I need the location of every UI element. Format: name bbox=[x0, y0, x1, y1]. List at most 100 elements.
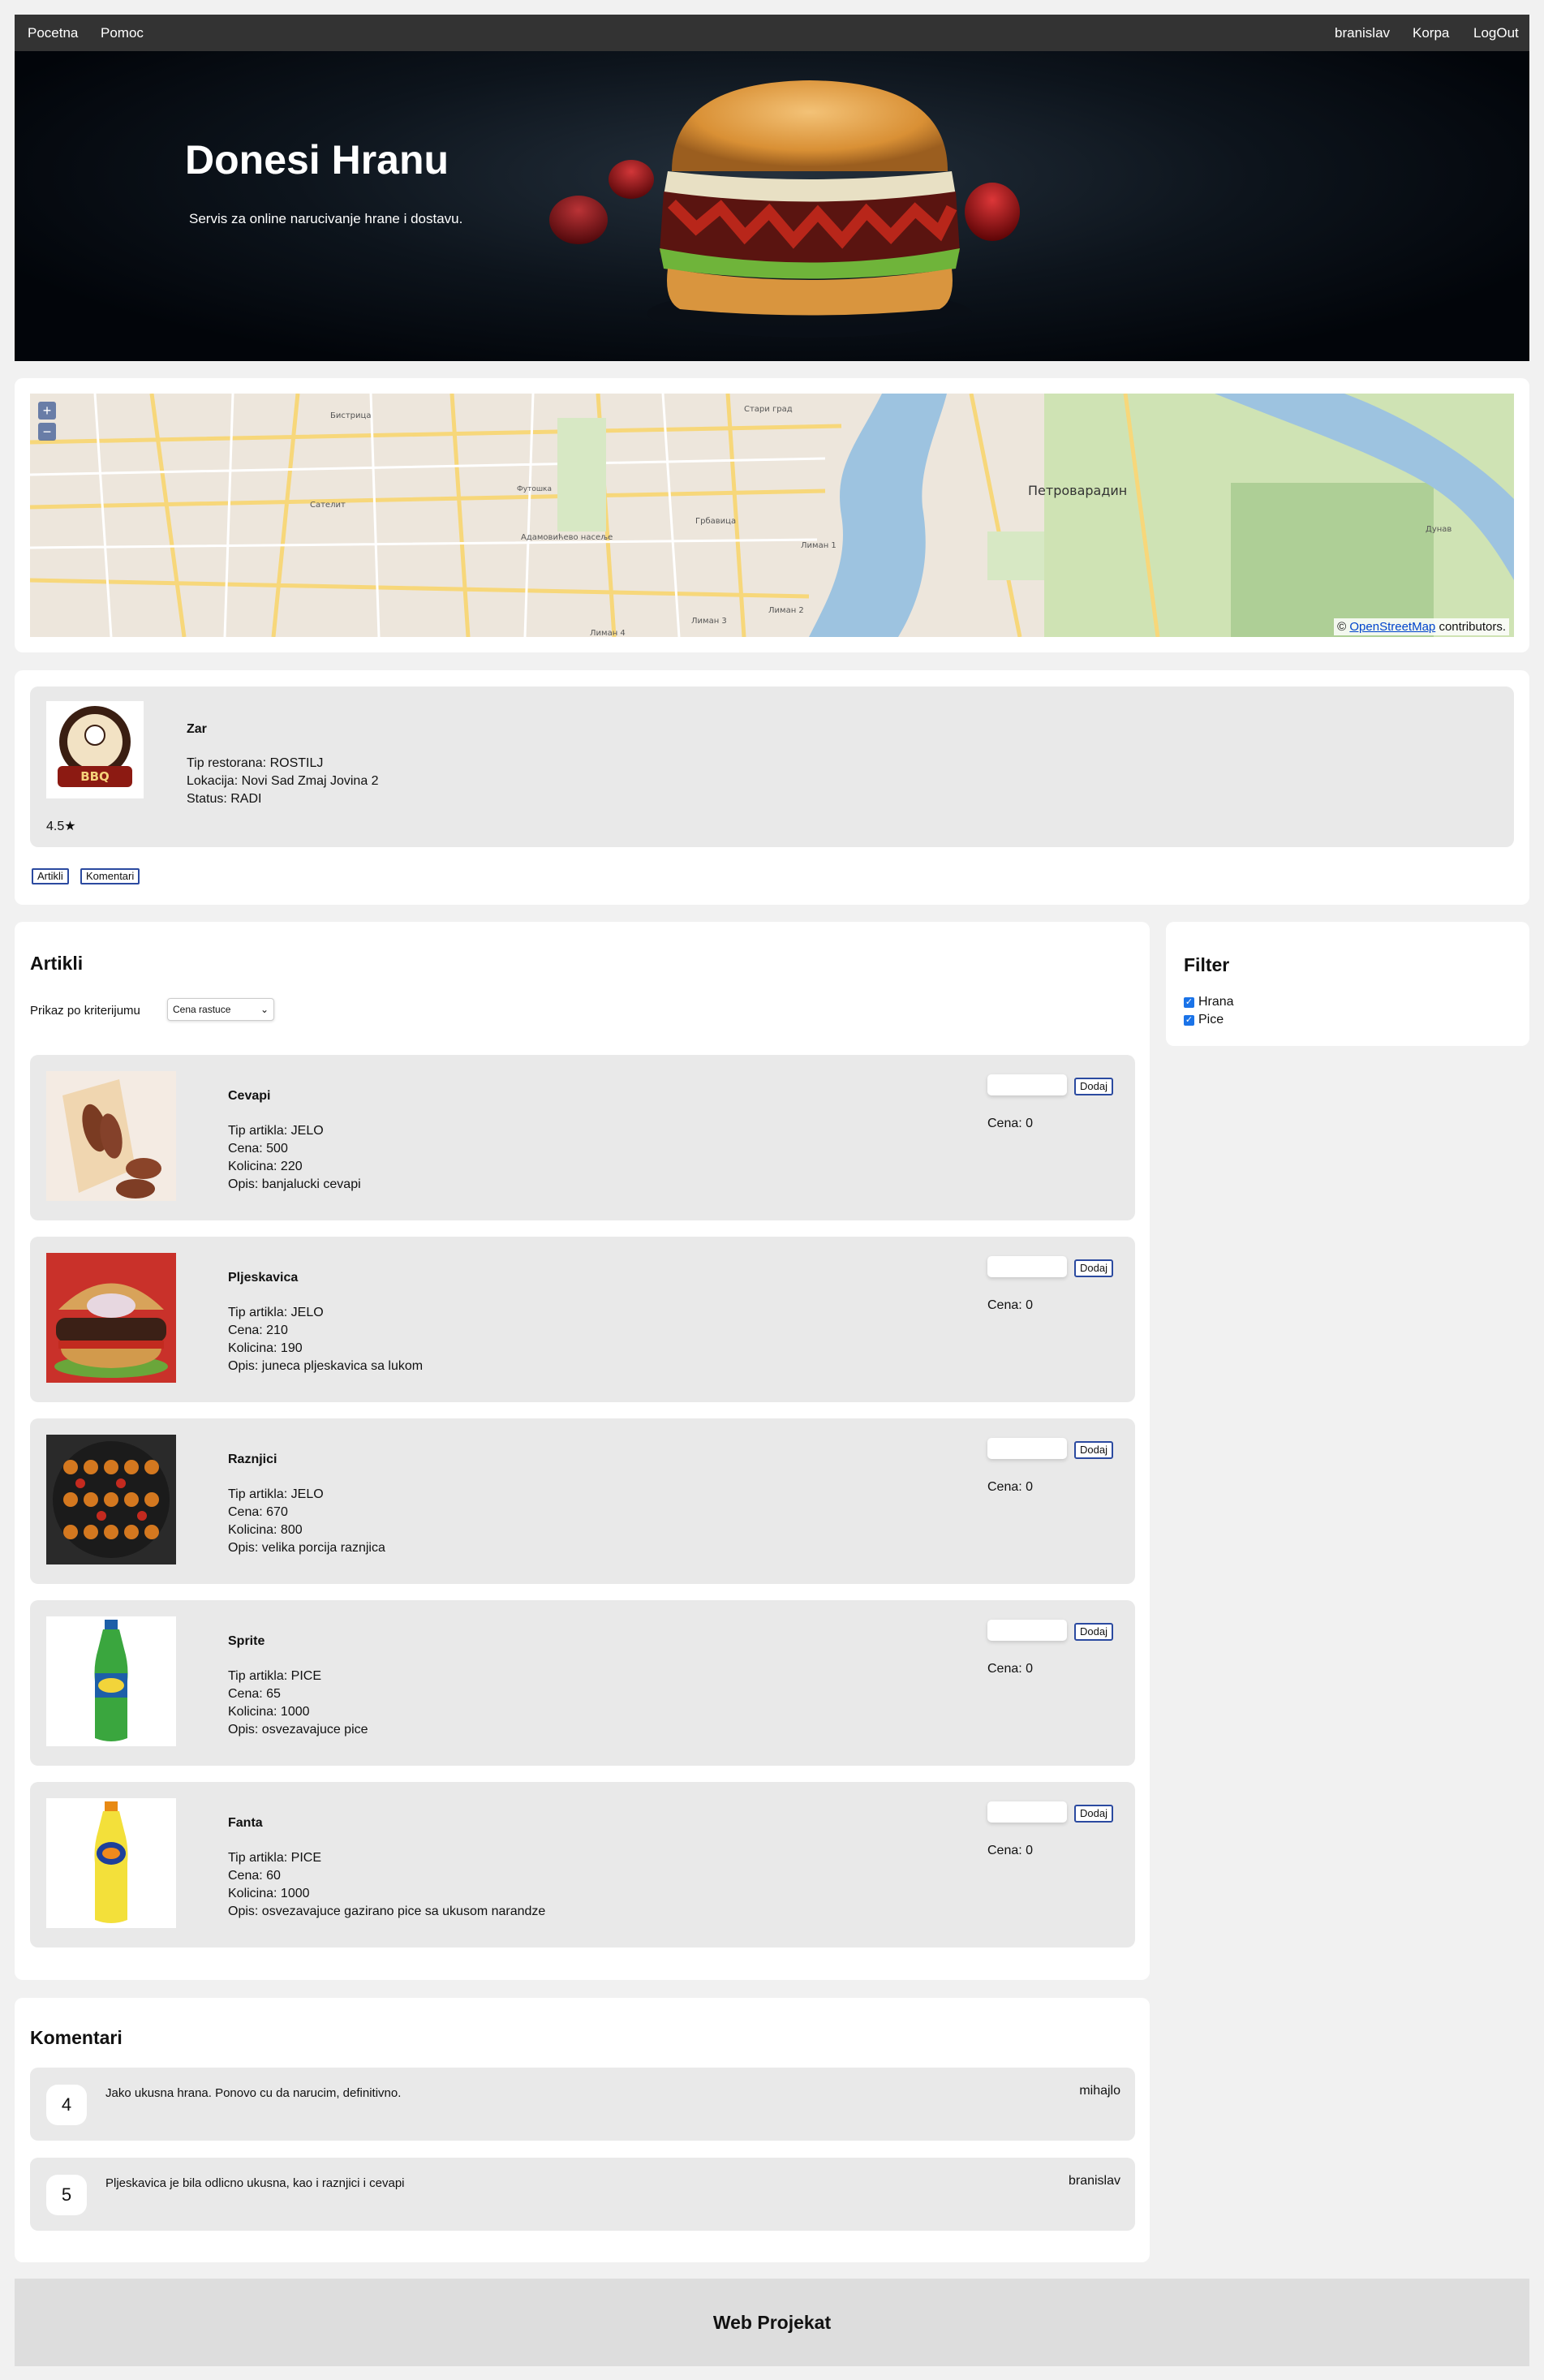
add-to-cart-button[interactable]: Dodaj bbox=[1074, 1259, 1113, 1277]
item-description: Opis: velika porcija raznjica bbox=[228, 1541, 385, 1555]
nav-user-link[interactable]: branislav bbox=[1335, 15, 1390, 51]
comment-text: Pljeskavica je bila odlicno ukusna, kao … bbox=[105, 2176, 405, 2190]
map-label-dunav: Дунав bbox=[1426, 525, 1452, 534]
restaurant-location: Lokacija: Novi Sad Zmaj Jovina 2 bbox=[187, 774, 379, 788]
map-label-liman3: Лиман 3 bbox=[691, 617, 727, 626]
item-description: Opis: osvezavajuce gazirano pice sa ukus… bbox=[228, 1904, 546, 1918]
quantity-input[interactable] bbox=[987, 1256, 1067, 1277]
nav-logout-link[interactable]: LogOut bbox=[1473, 15, 1519, 51]
nav-pomoc-link[interactable]: Pomoc bbox=[101, 15, 144, 51]
map-attribution-prefix: © bbox=[1337, 620, 1350, 634]
cart-price: Cena: 0 bbox=[987, 1844, 1034, 1857]
item-price: Cena: 670 bbox=[228, 1505, 288, 1519]
item-price: Cena: 500 bbox=[228, 1142, 288, 1156]
openstreetmap-link[interactable]: OpenStreetMap bbox=[1349, 620, 1435, 634]
item-price: Cena: 210 bbox=[228, 1323, 288, 1337]
restaurant-card: BBQ Zar Tip restorana: ROSTILJ Lokacija:… bbox=[15, 670, 1529, 905]
sort-selected-value: Cena rastuce bbox=[173, 1004, 231, 1015]
map-label-petrovaradin: Петроварадин bbox=[1028, 483, 1127, 498]
checkbox-checked-icon[interactable]: ✓ bbox=[1184, 996, 1194, 1008]
map-label-grbavica: Грбавица bbox=[695, 517, 736, 526]
restaurant-name: Zar bbox=[187, 722, 207, 736]
map-label-adamovicevo: Адамовићево насеље bbox=[521, 532, 613, 542]
map-tiles: Петроварадин Бистрица Сателит Грбавица Л… bbox=[30, 394, 1514, 637]
map-zoom-in-button[interactable]: + bbox=[38, 402, 56, 420]
item-name: Sprite bbox=[228, 1634, 265, 1648]
comment-rating: 5 bbox=[46, 2175, 87, 2215]
item-card-fanta: Fanta Tip artikla: PICE Cena: 60 Kolicin… bbox=[30, 1782, 1135, 1947]
map-label-liman1: Лиман 1 bbox=[801, 541, 837, 550]
comment-item: 5 Pljeskavica je bila odlicno ukusna, ka… bbox=[30, 2158, 1135, 2231]
item-type: Tip artikla: JELO bbox=[228, 1487, 324, 1501]
sort-select[interactable]: Cena rastuce ⌄ bbox=[167, 998, 274, 1021]
tab-komentari-button[interactable]: Komentari bbox=[80, 868, 140, 884]
quantity-input[interactable] bbox=[987, 1074, 1067, 1095]
item-description: Opis: juneca pljeskavica sa lukom bbox=[228, 1359, 424, 1373]
top-navbar: Pocetna Pomoc branislav Korpa LogOut bbox=[15, 15, 1529, 51]
map-attribution-suffix: contributors. bbox=[1435, 620, 1506, 634]
item-name: Pljeskavica bbox=[228, 1271, 299, 1285]
add-to-cart-button[interactable]: Dodaj bbox=[1074, 1623, 1113, 1641]
sprite-image bbox=[46, 1616, 176, 1746]
pljeskavica-image bbox=[46, 1253, 176, 1383]
cart-price: Cena: 0 bbox=[987, 1298, 1034, 1312]
item-quantity: Kolicina: 1000 bbox=[228, 1887, 310, 1900]
burger-hero-image bbox=[549, 80, 1020, 338]
comment-rating: 4 bbox=[46, 2085, 87, 2125]
filter-hrana-option[interactable]: ✓ Hrana bbox=[1184, 995, 1234, 1009]
item-type: Tip artikla: JELO bbox=[228, 1306, 324, 1319]
map-label-stari-grad: Стари град bbox=[744, 405, 793, 414]
item-type: Tip artikla: PICE bbox=[228, 1669, 321, 1683]
item-type: Tip artikla: PICE bbox=[228, 1851, 321, 1865]
item-quantity: Kolicina: 800 bbox=[228, 1523, 303, 1537]
filter-title: Filter bbox=[1184, 954, 1230, 975]
item-quantity: Kolicina: 1000 bbox=[228, 1705, 310, 1719]
quantity-input[interactable] bbox=[987, 1620, 1067, 1641]
add-to-cart-button[interactable]: Dodaj bbox=[1074, 1078, 1113, 1095]
item-name: Fanta bbox=[228, 1816, 263, 1830]
map-zoom-out-button[interactable]: − bbox=[38, 423, 56, 441]
item-type: Tip artikla: JELO bbox=[228, 1124, 324, 1138]
nav-korpa-link[interactable]: Korpa bbox=[1413, 15, 1449, 51]
map-attribution: © OpenStreetMap contributors. bbox=[1334, 618, 1509, 635]
item-name: Cevapi bbox=[228, 1089, 271, 1103]
item-card-raznjici: Raznjici Tip artikla: JELO Cena: 670 Kol… bbox=[30, 1418, 1135, 1584]
artikli-title: Artikli bbox=[30, 953, 84, 974]
komentari-card: Komentari 4 Jako ukusna hrana. Ponovo cu… bbox=[15, 1998, 1150, 2262]
restaurant-status: Status: RADI bbox=[187, 792, 262, 806]
artikli-card: Artikli Prikaz po kriterijumu Cena rastu… bbox=[15, 922, 1150, 1980]
item-quantity: Kolicina: 190 bbox=[228, 1341, 303, 1355]
hero-title: Donesi Hranu bbox=[185, 137, 449, 183]
tab-artikli-button[interactable]: Artikli bbox=[32, 868, 69, 884]
filter-pice-option[interactable]: ✓ Pice bbox=[1184, 1013, 1224, 1027]
item-description: Opis: osvezavajuce pice bbox=[228, 1723, 368, 1737]
quantity-input[interactable] bbox=[987, 1438, 1067, 1459]
map-card: Петроварадин Бистрица Сателит Грбавица Л… bbox=[15, 378, 1529, 652]
hero-banner: Donesi Hranu Servis za online narucivanj… bbox=[15, 51, 1529, 361]
item-card-pljeskavica: Pljeskavica Tip artikla: JELO Cena: 210 … bbox=[30, 1237, 1135, 1402]
komentari-title: Komentari bbox=[30, 2027, 123, 2048]
restaurant-logo: BBQ bbox=[46, 701, 144, 798]
restaurant-map[interactable]: Петроварадин Бистрица Сателит Грбавица Л… bbox=[30, 394, 1514, 637]
item-card-sprite: Sprite Tip artikla: PICE Cena: 65 Kolici… bbox=[30, 1600, 1135, 1766]
restaurant-rating: 4.5★ bbox=[46, 820, 76, 833]
comment-text: Jako ukusna hrana. Ponovo cu da narucim,… bbox=[105, 2086, 402, 2100]
filter-hrana-label: Hrana bbox=[1198, 995, 1234, 1009]
add-to-cart-button[interactable]: Dodaj bbox=[1074, 1441, 1113, 1459]
cart-price: Cena: 0 bbox=[987, 1117, 1034, 1130]
fanta-image bbox=[46, 1798, 176, 1928]
cevapi-image bbox=[46, 1071, 176, 1201]
nav-pocetna-link[interactable]: Pocetna bbox=[28, 15, 78, 51]
quantity-input[interactable] bbox=[987, 1801, 1067, 1823]
cart-price: Cena: 0 bbox=[987, 1662, 1034, 1676]
filter-card: Filter ✓ Hrana ✓ Pice bbox=[1166, 922, 1529, 1046]
item-price: Cena: 60 bbox=[228, 1869, 281, 1883]
map-label-liman4: Лиман 4 bbox=[590, 629, 626, 637]
item-card-cevapi: Cevapi Tip artikla: JELO Cena: 500 Kolic… bbox=[30, 1055, 1135, 1220]
item-description: Opis: banjalucki cevapi bbox=[228, 1177, 361, 1191]
checkbox-checked-icon[interactable]: ✓ bbox=[1184, 1014, 1194, 1026]
item-price: Cena: 65 bbox=[228, 1687, 281, 1701]
item-quantity: Kolicina: 220 bbox=[228, 1160, 303, 1173]
add-to-cart-button[interactable]: Dodaj bbox=[1074, 1805, 1113, 1823]
item-name: Raznjici bbox=[228, 1453, 277, 1466]
